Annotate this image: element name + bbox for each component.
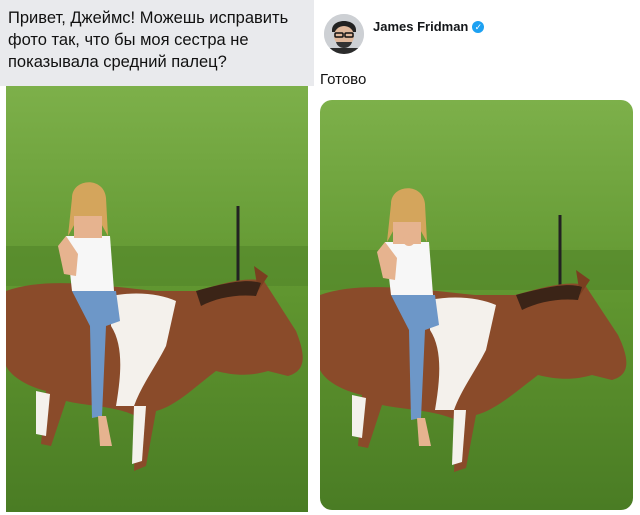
request-text: Привет, Джеймс! Можешь исправить фото та… bbox=[8, 9, 289, 71]
author-name-row: James Fridman ✓ bbox=[373, 19, 485, 34]
request-bubble: Привет, Джеймс! Можешь исправить фото та… bbox=[0, 0, 314, 86]
reply-text: Готово bbox=[320, 71, 367, 88]
avatar[interactable] bbox=[324, 14, 364, 54]
verified-badge-icon: ✓ bbox=[472, 20, 485, 33]
author-name[interactable]: James Fridman bbox=[373, 19, 468, 34]
edited-photo bbox=[320, 100, 633, 510]
original-photo bbox=[6, 86, 308, 512]
reply-header: James Fridman ✓ Готово bbox=[320, 0, 640, 88]
